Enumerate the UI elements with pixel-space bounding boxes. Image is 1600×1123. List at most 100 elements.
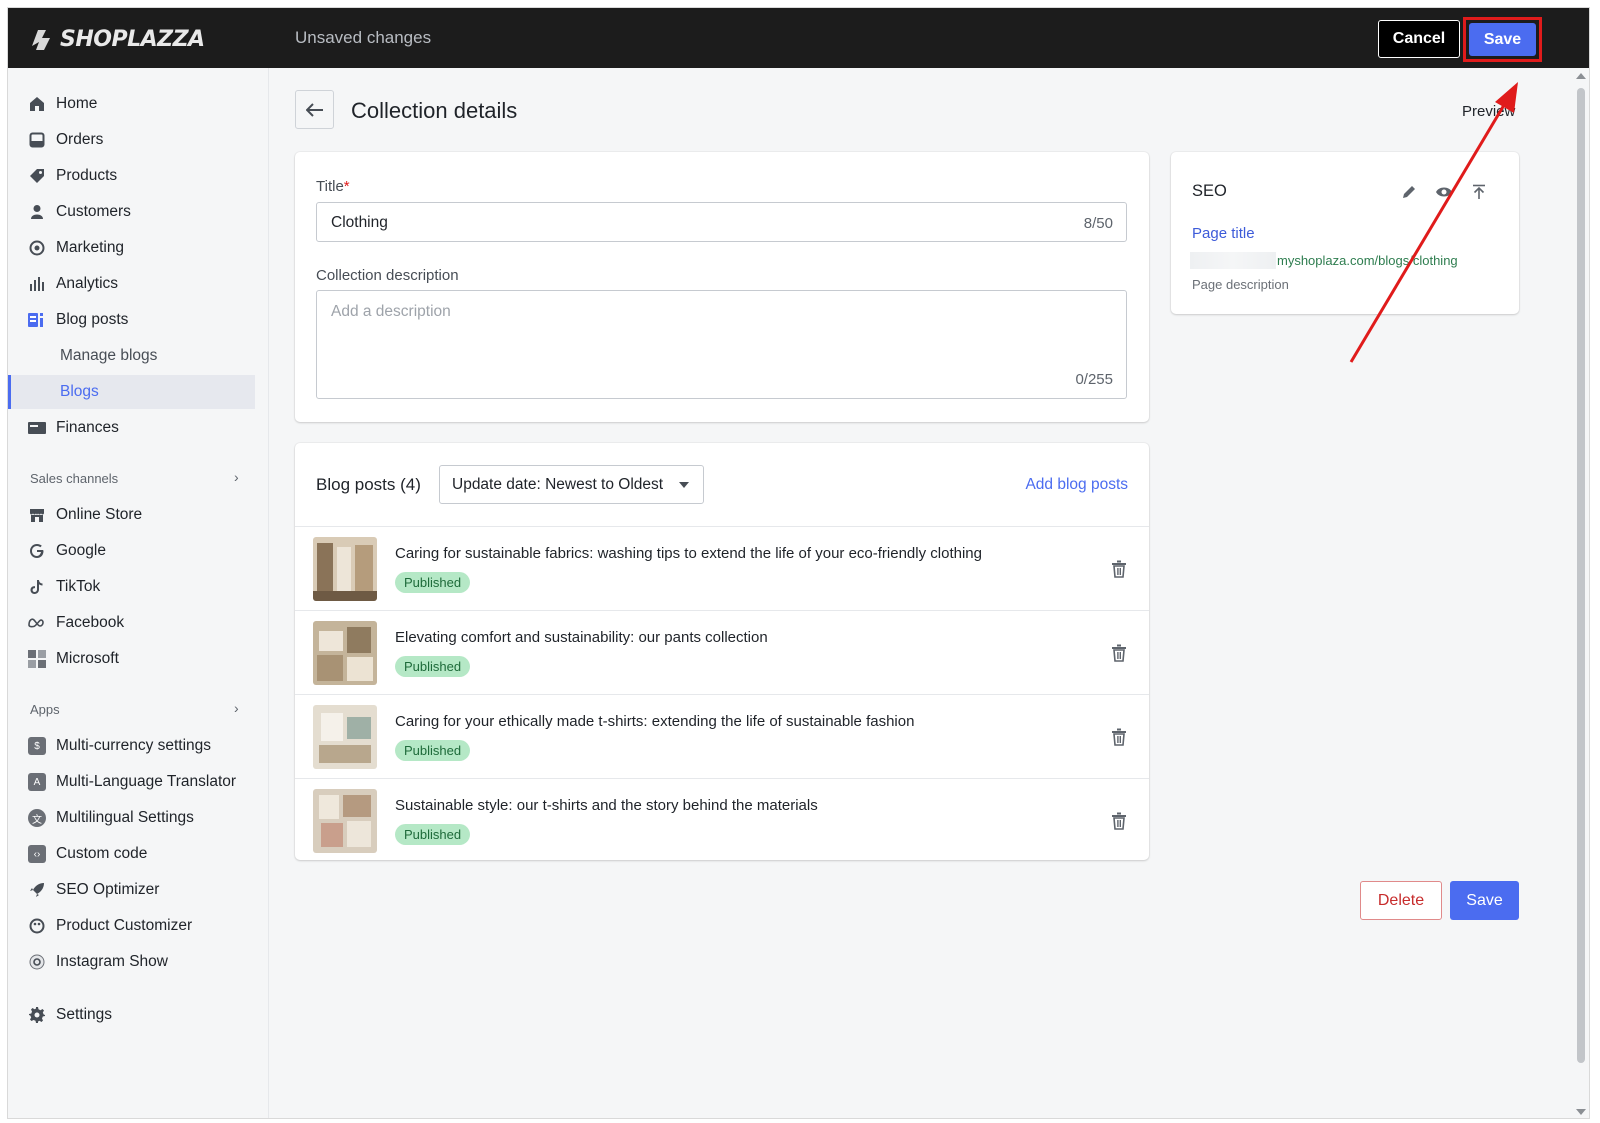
redacted-store-domain (1190, 252, 1276, 269)
sidebar-item-label: Microsoft (56, 650, 119, 667)
blog-post-row[interactable]: Elevating comfort and sustainability: ou… (295, 610, 1149, 694)
pencil-icon[interactable] (1399, 182, 1419, 202)
sidebar-item-manage-blogs[interactable]: Manage blogs (8, 339, 269, 373)
bar-chart-icon (28, 275, 46, 293)
scroll-down-icon[interactable] (1576, 1109, 1586, 1115)
sidebar-item-label: Custom code (56, 845, 148, 862)
page-title: Collection details (351, 98, 518, 123)
sort-select[interactable]: Update date: Newest to Oldest (439, 465, 704, 504)
blog-post-row[interactable]: Sustainable style: our t-shirts and the … (295, 778, 1149, 862)
sidebar: Home Orders Products Customers Marketing… (8, 68, 269, 1118)
collapse-up-icon[interactable] (1469, 182, 1489, 202)
blog-post-row[interactable]: Caring for sustainable fabrics: washing … (295, 526, 1149, 610)
shoplazza-logo[interactable]: SHOPLAZZA (28, 24, 205, 54)
sidebar-item-customers[interactable]: Customers (8, 195, 269, 229)
chevron-right-icon[interactable]: › (234, 700, 239, 716)
sidebar-item-label: Multi-currency settings (56, 737, 212, 754)
active-indicator (8, 375, 11, 409)
delete-button[interactable]: Delete (1360, 881, 1442, 920)
blog-post-title[interactable]: Caring for your ethically made t-shirts:… (395, 713, 914, 730)
sidebar-item-instagram-show[interactable]: Instagram Show (8, 945, 269, 979)
sidebar-item-label: Orders (56, 131, 104, 148)
inbox-icon (28, 131, 46, 149)
trash-icon[interactable] (1111, 812, 1127, 830)
description-placeholder: Add a description (331, 303, 451, 320)
title-input[interactable]: Clothing 8/50 (316, 202, 1127, 242)
sidebar-item-finances[interactable]: Finances (8, 411, 269, 445)
sidebar-item-analytics[interactable]: Analytics (8, 267, 269, 301)
sidebar-item-label: Marketing (56, 239, 125, 256)
trash-icon[interactable] (1111, 728, 1127, 746)
back-button[interactable] (295, 90, 334, 129)
chevron-right-icon[interactable]: › (234, 469, 239, 485)
sidebar-item-marketing[interactable]: Marketing (8, 231, 269, 265)
person-icon (28, 203, 46, 221)
sidebar-item-label: TikTok (56, 578, 101, 595)
preview-link[interactable]: Preview (1462, 103, 1515, 120)
sidebar-item-home[interactable]: Home (8, 87, 269, 121)
logo-text: SHOPLAZZA (60, 26, 205, 52)
sidebar-item-online-store[interactable]: Online Store (8, 498, 269, 532)
sidebar-item-products[interactable]: Products (8, 159, 269, 193)
title-char-counter: 8/50 (1083, 215, 1113, 232)
description-char-counter: 0/255 (1075, 371, 1113, 388)
sidebar-item-custom-code[interactable]: ‹› Custom code (8, 837, 269, 871)
sidebar-item-seo-optimizer[interactable]: SEO Optimizer (8, 873, 269, 907)
trash-icon[interactable] (1111, 644, 1127, 662)
save-button-top[interactable]: Save (1469, 23, 1536, 56)
sidebar-item-facebook[interactable]: Facebook (8, 606, 269, 640)
trash-icon[interactable] (1111, 560, 1127, 578)
sidebar-item-settings[interactable]: Settings (8, 998, 269, 1032)
sidebar-item-multi-language-translator[interactable]: A Multi-Language Translator (8, 765, 269, 799)
blog-post-thumbnail (313, 789, 377, 853)
sidebar-item-multi-currency[interactable]: $ Multi-currency settings (8, 729, 269, 763)
arrow-left-icon (305, 102, 323, 117)
blog-posts-card: Blog posts (4) Update date: Newest to Ol… (295, 443, 1149, 860)
sidebar-item-label: Products (56, 167, 118, 184)
seo-page-title: Page title (1192, 225, 1255, 242)
sidebar-item-label: SEO Optimizer (56, 881, 160, 898)
scroll-up-icon[interactable] (1576, 73, 1586, 79)
save-button-bottom[interactable]: Save (1450, 881, 1519, 920)
translate-app-icon: A (28, 773, 46, 791)
code-app-icon: ‹› (28, 845, 46, 863)
sidebar-item-google[interactable]: Google (8, 534, 269, 568)
rocket-icon (28, 881, 46, 899)
blog-post-row[interactable]: Caring for your ethically made t-shirts:… (295, 694, 1149, 778)
sidebar-item-label: Settings (56, 1006, 113, 1023)
logo-mark-icon (32, 30, 50, 50)
sidebar-item-orders[interactable]: Orders (8, 123, 269, 157)
sidebar-item-blogs[interactable]: Blogs (8, 375, 255, 409)
blog-post-title[interactable]: Sustainable style: our t-shirts and the … (395, 797, 818, 814)
sort-select-value: Update date: Newest to Oldest (452, 476, 664, 493)
sidebar-item-microsoft[interactable]: Microsoft (8, 642, 269, 676)
caret-down-icon (679, 482, 689, 488)
top-bar: SHOPLAZZA Unsaved changes Cancel Save (8, 8, 1589, 68)
add-blog-posts-link[interactable]: Add blog posts (1025, 476, 1128, 494)
cancel-button[interactable]: Cancel (1378, 20, 1460, 58)
blog-posts-heading: Blog posts (4) (316, 475, 421, 494)
store-icon (28, 506, 46, 524)
sidebar-item-label: Analytics (56, 275, 119, 292)
sidebar-item-label: Multilingual Settings (56, 809, 194, 826)
description-textarea[interactable]: Add a description 0/255 (316, 290, 1127, 399)
sidebar-item-label: Blog posts (56, 311, 129, 328)
sidebar-item-label: Home (56, 95, 98, 112)
sidebar-item-label: Online Store (56, 506, 143, 523)
sidebar-item-tiktok[interactable]: TikTok (8, 570, 269, 604)
blog-icon (28, 311, 46, 329)
sidebar-item-label: Finances (56, 419, 119, 436)
scrollbar-thumb[interactable] (1577, 88, 1585, 1063)
eye-icon[interactable] (1434, 182, 1454, 202)
scrollbar[interactable] (1571, 68, 1589, 1118)
status-badge: Published (395, 572, 471, 593)
language-app-icon: 文 (28, 809, 46, 827)
sidebar-item-blog-posts[interactable]: Blog posts (8, 303, 269, 337)
status-badge: Published (395, 824, 471, 845)
apps-heading: Apps (30, 702, 60, 717)
sidebar-item-product-customizer[interactable]: Product Customizer (8, 909, 269, 943)
sidebar-item-multilingual-settings[interactable]: 文 Multilingual Settings (8, 801, 269, 835)
sidebar-item-label: Multi-Language Translator (56, 773, 237, 790)
blog-post-title[interactable]: Elevating comfort and sustainability: ou… (395, 629, 768, 646)
blog-post-title[interactable]: Caring for sustainable fabrics: washing … (395, 545, 982, 562)
